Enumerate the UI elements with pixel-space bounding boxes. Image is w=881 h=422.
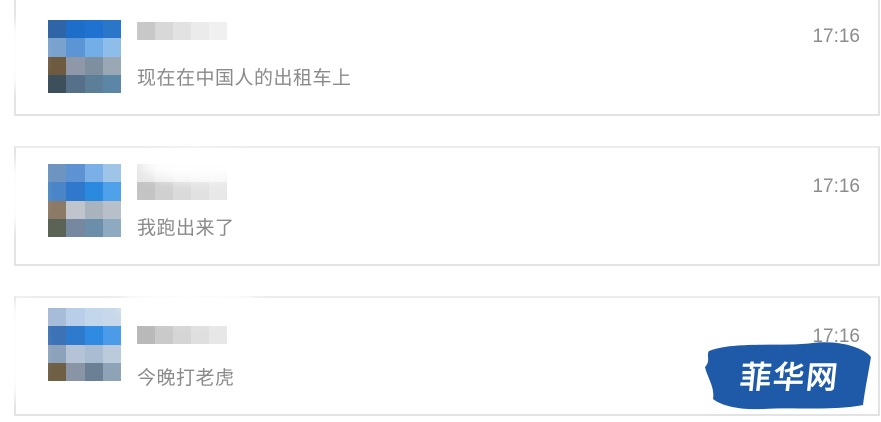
contact-name-obscured [137, 182, 227, 200]
contact-avatar[interactable] [48, 308, 121, 381]
contact-avatar[interactable] [48, 164, 121, 237]
blur-smudge [140, 150, 250, 180]
blur-smudge [120, 288, 260, 318]
conversation-item[interactable]: 现在在中国人的出租车上 17:16 [14, 0, 880, 116]
message-preview: 今晚打老虎 [137, 367, 235, 389]
message-preview: 现在在中国人的出租车上 [137, 67, 352, 89]
blur-smudge [0, 20, 40, 90]
message-preview: 我跑出来了 [137, 217, 235, 239]
message-time: 17:16 [812, 176, 860, 197]
watermark-text: 菲华网 [738, 360, 842, 396]
blur-smudge [0, 300, 40, 400]
contact-name-obscured [137, 326, 227, 344]
contact-avatar[interactable] [48, 20, 121, 93]
blur-smudge [2, 160, 40, 230]
message-time: 17:16 [812, 26, 860, 47]
contact-name-obscured [137, 22, 227, 40]
watermark-logo: 菲华网 [703, 337, 873, 412]
